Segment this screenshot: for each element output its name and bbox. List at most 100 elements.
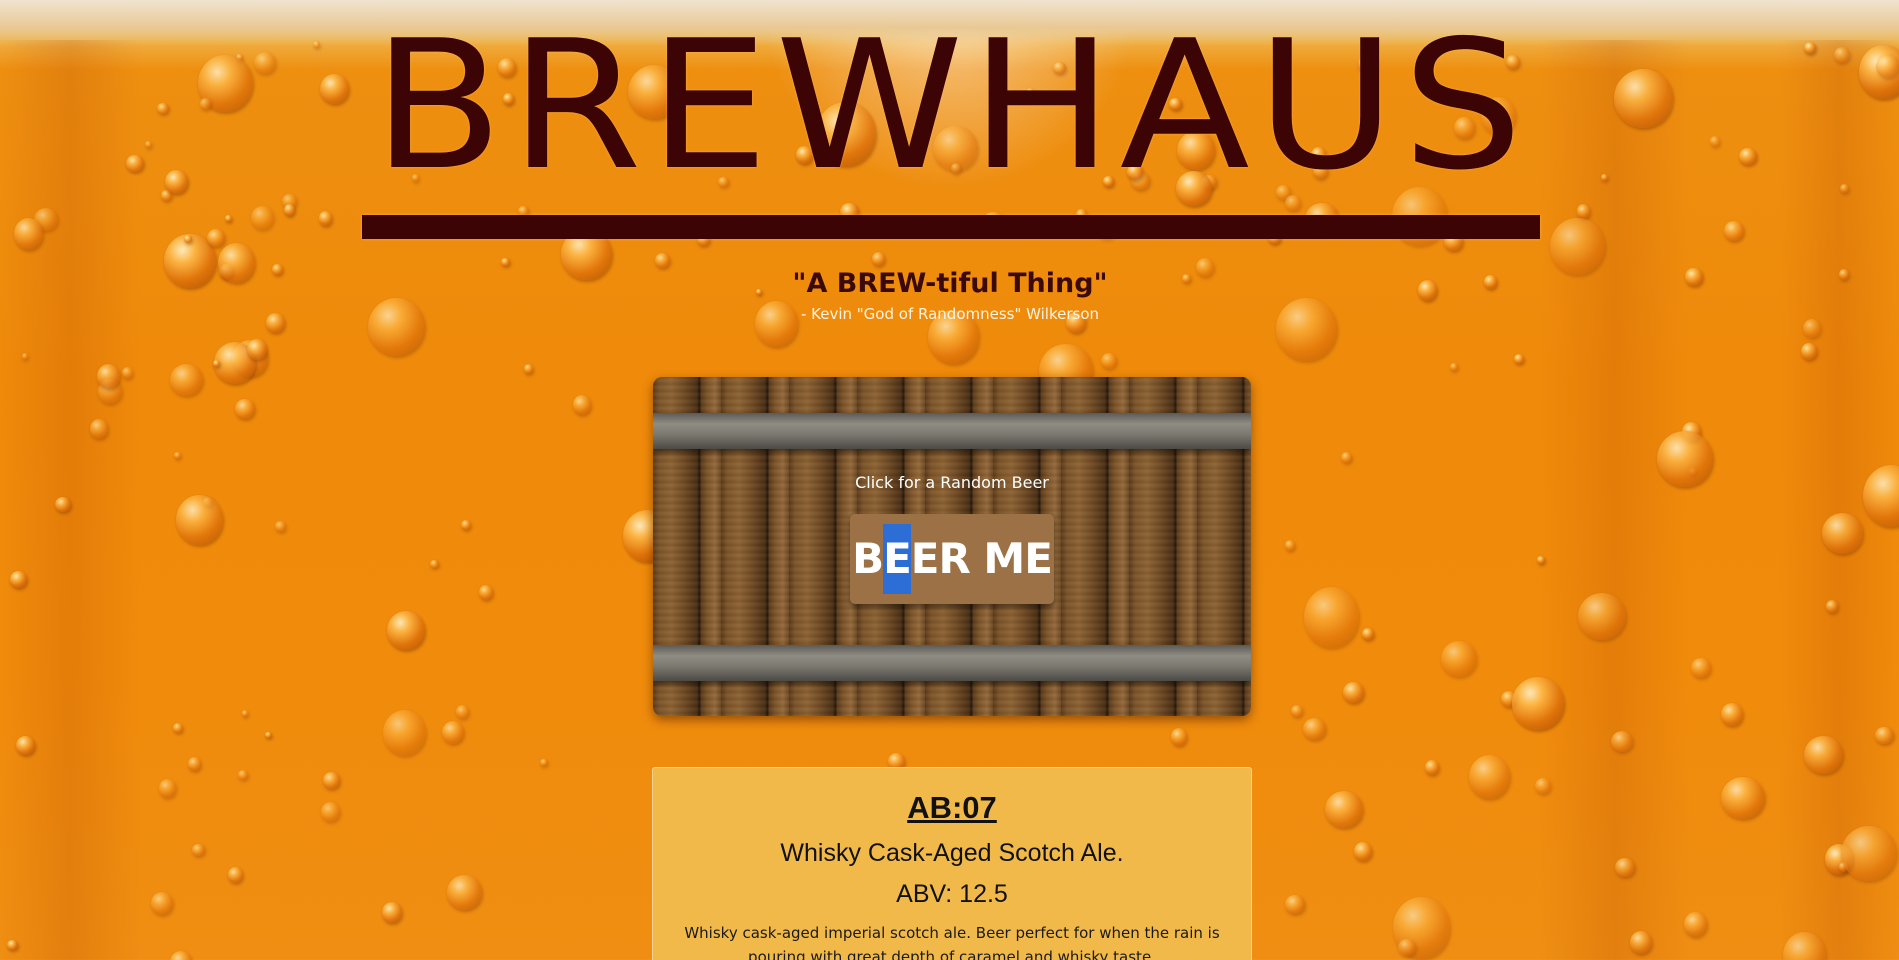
bubble	[871, 251, 886, 267]
bubble	[320, 802, 340, 822]
bubble	[1577, 592, 1627, 640]
bubble	[173, 451, 182, 460]
bubble	[1101, 352, 1118, 369]
bubble	[1550, 218, 1605, 276]
bubble	[1417, 280, 1438, 302]
bubble	[157, 102, 169, 114]
bubble	[206, 228, 225, 248]
bubble	[192, 843, 205, 856]
bubble	[312, 40, 321, 49]
tagline-quote: "A BREW-tiful Thing"	[792, 268, 1108, 299]
bubble	[228, 867, 244, 884]
bubble	[158, 779, 177, 798]
bubble	[1468, 755, 1510, 799]
tagline: "A BREW-tiful Thing" - Kevin "God of Ran…	[700, 268, 1200, 323]
bubble	[1425, 759, 1440, 775]
bubble	[169, 951, 192, 960]
bubble	[455, 704, 469, 719]
bubble	[1804, 735, 1844, 775]
bubble	[1285, 895, 1305, 914]
bubble	[1839, 183, 1849, 193]
bubble	[274, 521, 286, 533]
beer-me-label-part: ER ME	[910, 534, 1053, 583]
bubble	[265, 731, 272, 738]
bubble	[1441, 640, 1477, 677]
bubble	[386, 610, 426, 650]
bubble	[1691, 658, 1711, 678]
bubble	[1483, 275, 1498, 290]
bubble	[225, 214, 233, 222]
bubble	[1723, 221, 1744, 242]
bubble	[322, 772, 340, 789]
tagline-attribution: - Kevin "God of Randomness" Wilkerson	[800, 305, 1100, 323]
bubble	[272, 263, 283, 276]
bubble	[318, 211, 332, 226]
bubble	[96, 363, 121, 389]
bubble	[1804, 41, 1816, 55]
bubble	[1342, 681, 1365, 704]
bubble	[212, 359, 221, 367]
bubble	[446, 875, 483, 910]
bubble	[1171, 728, 1188, 747]
bubble	[1721, 776, 1765, 820]
bubble	[1576, 204, 1591, 219]
bubble	[442, 720, 465, 744]
bubble	[367, 297, 426, 356]
beer-description: Whisky cask-aged imperial scotch ale. Be…	[684, 924, 1220, 960]
bubble	[1656, 430, 1713, 487]
bubble	[1876, 54, 1899, 79]
site-header: BREWHAUS	[362, 6, 1540, 242]
barrel-hoop	[653, 413, 1251, 449]
bubble	[266, 313, 285, 334]
bubble	[1630, 930, 1652, 954]
bubble	[1450, 362, 1459, 371]
bubble	[479, 585, 493, 601]
beer-tagline: Whisky Cask-Aged Scotch Ale.	[780, 839, 1124, 867]
bubble	[175, 495, 223, 545]
bubble	[165, 170, 188, 195]
bubble	[1684, 912, 1708, 937]
bubble	[172, 723, 183, 733]
bubble	[250, 206, 274, 231]
bubble	[188, 756, 202, 771]
bubble	[501, 257, 510, 267]
bubble	[235, 399, 255, 419]
barrel-hoop	[653, 645, 1251, 681]
bubble	[1685, 267, 1703, 287]
bubble	[572, 395, 591, 416]
beer-me-label-part: B	[852, 534, 884, 583]
bubble	[1802, 319, 1821, 339]
bubble	[1325, 791, 1364, 828]
bubble	[1613, 68, 1674, 128]
bubble	[1738, 147, 1758, 166]
bubble	[200, 98, 211, 110]
bubble	[1838, 269, 1849, 281]
bubble	[655, 253, 671, 268]
bubble	[1513, 353, 1525, 365]
random-beer-label: Click for a Random Beer	[855, 473, 1049, 492]
bubble	[253, 51, 276, 75]
bubble	[1290, 704, 1304, 718]
bubble	[218, 242, 256, 284]
bubble	[460, 520, 471, 531]
bubble	[126, 154, 144, 173]
bubble	[1614, 857, 1635, 878]
bubble	[1275, 298, 1338, 361]
text-selection-highlight: E	[883, 524, 912, 594]
bubble	[381, 902, 402, 924]
bubble	[430, 560, 439, 569]
bubble	[1303, 587, 1359, 648]
bubble	[1511, 677, 1565, 730]
site-title: BREWHAUS	[372, 2, 1530, 209]
bubble	[241, 710, 249, 717]
bubble	[1833, 47, 1850, 63]
bubble	[1721, 703, 1743, 727]
beer-card: AB:07 Whisky Cask-Aged Scotch Ale. ABV: …	[652, 767, 1252, 960]
bubble	[1709, 136, 1720, 147]
bubble	[1302, 718, 1326, 741]
bubble	[1398, 938, 1416, 957]
bubble	[1361, 628, 1374, 641]
bubble	[7, 940, 18, 951]
bubble	[151, 892, 174, 915]
beer-me-button[interactable]: BEER ME	[850, 514, 1054, 604]
